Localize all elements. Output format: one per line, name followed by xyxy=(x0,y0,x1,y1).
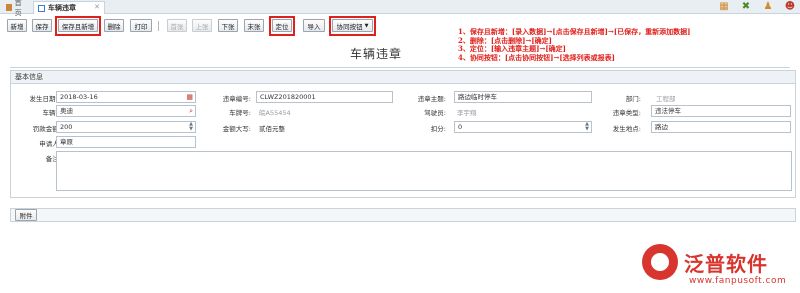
logo-url: www.fanpusoft.com xyxy=(689,276,787,286)
remark-label: 备注: xyxy=(45,155,61,163)
tab-home[interactable]: 首页 xyxy=(2,0,30,17)
tab-bar: 首页 车辆违章 ✕ ▦ ✖ ♟ ☻ xyxy=(0,0,800,17)
import-button[interactable]: 导入 xyxy=(303,19,325,32)
points-value: 0 xyxy=(458,123,463,131)
date-label: 发生日期*: xyxy=(29,95,61,103)
tab-vehicle-violation[interactable]: 车辆违章 ✕ xyxy=(33,1,105,14)
plate-value: 皖A55454 xyxy=(259,109,291,117)
prev-button[interactable]: 上张 xyxy=(192,19,212,32)
amount-label: 金额大写: xyxy=(222,125,251,133)
save-new-button[interactable]: 保存且新增 xyxy=(58,19,98,32)
subject-label: 违章主题: xyxy=(417,95,446,103)
print-button[interactable]: 打印 xyxy=(130,19,152,32)
shop-icon[interactable]: ▦ xyxy=(718,1,730,13)
vehicle-field[interactable]: 奥迪 ⌕ xyxy=(56,105,196,117)
type-label: 违章类型: xyxy=(612,109,641,117)
instruction-notes: 1、保存且新增：[录入数据]→[点击保存且新增]→[已保存，重新添加数据] 2、… xyxy=(458,27,690,62)
subject-value: 路边临时停车 xyxy=(458,93,497,101)
type-value: 违法停车 xyxy=(655,107,681,115)
points-field[interactable]: 0 ▲ ▼ xyxy=(454,121,592,133)
dept-value: 工程部 xyxy=(656,95,676,103)
title-divider xyxy=(10,67,790,68)
locate-button[interactable]: 定位 xyxy=(272,19,292,32)
document-icon xyxy=(38,4,45,12)
chevron-down-icon: ▼ xyxy=(364,22,369,29)
fine-label: 罚款金额: xyxy=(32,125,61,133)
driver-label: 驾驶员: xyxy=(424,109,446,117)
stepper-icon[interactable]: ▲ ▼ xyxy=(585,122,589,132)
save-button[interactable]: 保存 xyxy=(32,19,52,32)
search-icon[interactable]: ⌕ xyxy=(189,106,193,116)
place-value: 路边 xyxy=(655,123,668,131)
code-value: CLWZ201820001 xyxy=(260,93,316,101)
applicant-label: 申请人: xyxy=(39,140,61,148)
calendar-icon[interactable]: ▦ xyxy=(186,92,193,102)
date-value: 2018-03-16 xyxy=(60,93,98,101)
user-icon[interactable]: ☻ xyxy=(784,1,796,13)
basic-info-panel: 基本信息 发生日期*: 2018-03-16 ▦ 违章编号: CLWZ20182… xyxy=(10,70,796,198)
place-label: 发生地点: xyxy=(612,125,641,133)
attachment-bar: 附件 xyxy=(10,208,796,222)
fine-value: 200 xyxy=(60,123,73,131)
stepper-icon[interactable]: ▲ ▼ xyxy=(189,122,193,132)
type-field[interactable]: 违法停车 xyxy=(651,105,791,117)
remark-textarea[interactable] xyxy=(56,151,792,191)
collab-label: 协同按钮 xyxy=(336,22,363,31)
driver-value: 李宇翔 xyxy=(457,109,477,117)
vehicle-value: 奥迪 xyxy=(60,107,73,115)
logo-name: 泛普软件 xyxy=(684,251,768,276)
fine-field[interactable]: 200 ▲ ▼ xyxy=(56,121,196,133)
tools-icon[interactable]: ✖ xyxy=(740,1,752,13)
logo-mark-icon xyxy=(642,244,678,280)
top-icons: ▦ ✖ ♟ ☻ xyxy=(718,1,796,13)
amount-value: 贰佰元整 xyxy=(259,125,285,133)
place-field[interactable]: 路边 xyxy=(651,121,791,133)
org-icon[interactable]: ♟ xyxy=(762,1,774,13)
code-label: 违章编号: xyxy=(222,95,251,103)
first-button[interactable]: 首张 xyxy=(167,19,187,32)
close-icon[interactable]: ✕ xyxy=(94,3,100,11)
section-title: 基本信息 xyxy=(11,71,795,84)
separator xyxy=(158,21,159,31)
applicant-field[interactable]: 章原 xyxy=(56,136,196,148)
tab-active-label: 车辆违章 xyxy=(48,4,76,12)
new-button[interactable]: 新增 xyxy=(7,19,27,32)
collab-button[interactable]: 协同按钮 ▼ xyxy=(332,19,373,32)
page-title: 车辆违章 xyxy=(350,47,403,61)
code-field[interactable]: CLWZ201820001 xyxy=(256,91,393,103)
plate-label: 车牌号: xyxy=(229,109,251,117)
note-4: 4、协同按钮：[点击协同按钮]→[选择列表或报表] xyxy=(458,52,615,62)
last-button[interactable]: 末张 xyxy=(244,19,264,32)
delete-button[interactable]: 删除 xyxy=(104,19,124,32)
applicant-value: 章原 xyxy=(60,138,73,146)
attach-button[interactable]: 附件 xyxy=(15,209,37,221)
vehicle-label: 车辆*: xyxy=(42,109,61,117)
next-button[interactable]: 下张 xyxy=(218,19,238,32)
date-field[interactable]: 2018-03-16 ▦ xyxy=(56,91,196,103)
brand-logo: 泛普软件 xyxy=(642,244,768,280)
home-icon xyxy=(6,4,12,11)
subject-field[interactable]: 路边临时停车 xyxy=(454,91,592,103)
dept-label: 部门: xyxy=(625,95,641,103)
points-label: 扣分: xyxy=(430,125,446,133)
